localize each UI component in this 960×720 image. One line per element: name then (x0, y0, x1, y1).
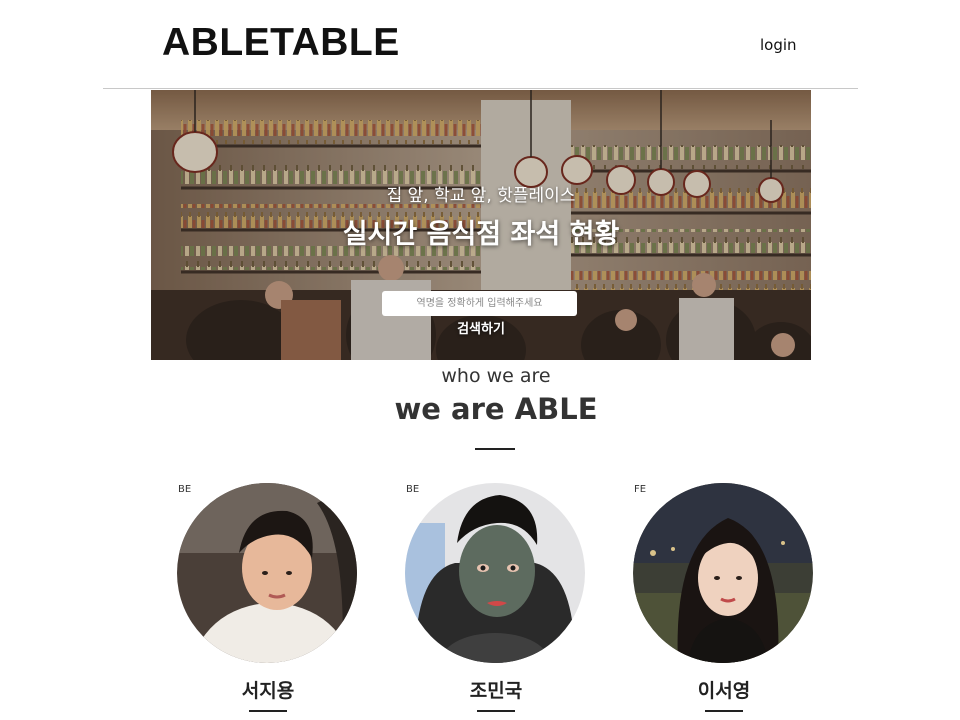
section-heading: we are ABLE (394, 392, 598, 426)
member-photo (633, 483, 813, 663)
hero-title: 실시간 음식점 좌석 현황 (342, 219, 620, 250)
member-role: BE (406, 484, 420, 495)
member-role: FE (634, 484, 647, 495)
member-card: BE 조민국 (405, 478, 587, 720)
member-avatar (405, 483, 585, 663)
member-divider (249, 710, 287, 712)
login-link[interactable]: login (760, 36, 797, 54)
member-avatar (177, 483, 357, 663)
member-name: 서지용 (241, 680, 295, 702)
station-search-input[interactable] (382, 291, 577, 316)
member-name: 이서영 (697, 680, 751, 702)
member-divider (705, 710, 743, 712)
member-photo (405, 483, 585, 663)
section-eyebrow: who we are (441, 365, 551, 387)
site-header: ABLETABLE login (0, 0, 960, 90)
member-role: BE (178, 484, 192, 495)
member-photo (177, 483, 357, 663)
member-card: BE 서지용 (177, 478, 359, 720)
section-divider (475, 448, 515, 450)
hero-subtitle: 집 앞, 학교 앞, 핫플레이스 (386, 186, 576, 206)
hero-banner: 집 앞, 학교 앞, 핫플레이스 실시간 음식점 좌석 현황 검색하기 (151, 90, 811, 360)
member-divider (477, 710, 515, 712)
member-avatar (633, 483, 813, 663)
site-logo[interactable]: ABLETABLE (162, 20, 400, 66)
member-card: FE 이서영 (633, 478, 815, 720)
member-name: 조민국 (469, 680, 523, 702)
search-button[interactable]: 검색하기 (151, 321, 811, 339)
header-divider (103, 88, 858, 89)
